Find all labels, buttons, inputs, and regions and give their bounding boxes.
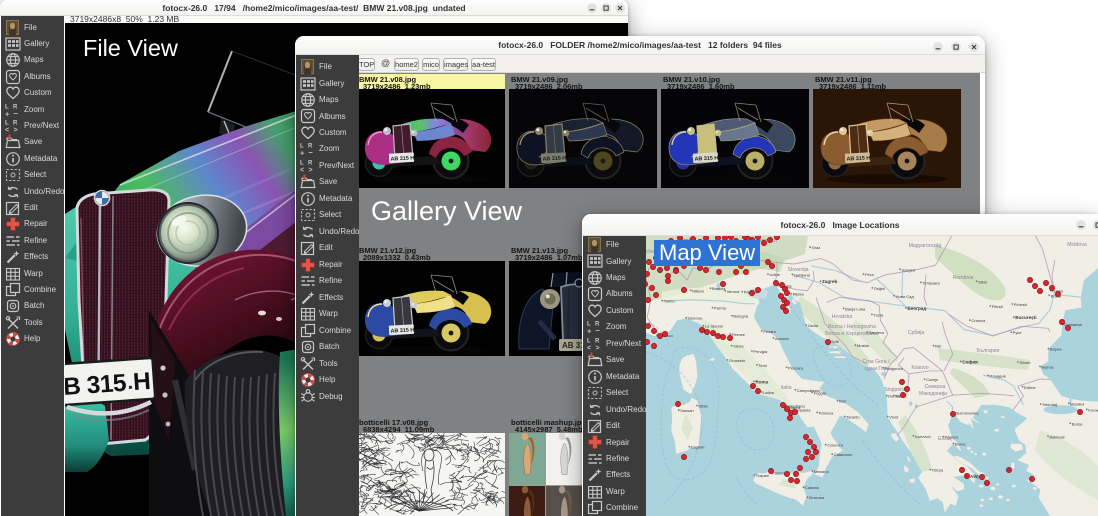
svg-text:Brescia: Brescia: [712, 286, 726, 291]
svg-text:Ljubljana: Ljubljana: [794, 272, 811, 277]
svg-text:AB 315 H: AB 315 H: [542, 155, 566, 162]
svg-text:Balıkesir: Balıkesir: [1050, 434, 1066, 439]
svg-text:Trapani: Trapani: [756, 473, 770, 478]
svg-text:Ploiești: Ploiești: [1014, 302, 1027, 307]
svg-text:Θεσσαλονίκη: Θεσσαλονίκη: [955, 411, 978, 416]
svg-text:Graz: Graz: [812, 245, 821, 250]
svg-text:AB 315 H: AB 315 H: [390, 327, 414, 334]
svg-text:Grosseto: Grosseto: [729, 358, 746, 363]
svg-text:Ancona: Ancona: [775, 336, 789, 341]
svg-text:Sassari: Sassari: [680, 408, 693, 413]
svg-text:Szeged: Szeged: [902, 267, 916, 272]
svg-text:Pesaro: Pesaro: [763, 329, 776, 334]
svg-text:Milano: Milano: [692, 288, 705, 293]
svg-text:Messina: Messina: [814, 469, 830, 474]
svg-text:Perugia: Perugia: [753, 349, 768, 354]
svg-text:Србија: Србија: [908, 330, 925, 336]
svg-text:София: София: [962, 358, 978, 364]
svg-text:Siracusa: Siracusa: [809, 495, 825, 500]
svg-text:File View: File View: [83, 35, 179, 61]
svg-text:Pitești: Pitești: [992, 304, 1003, 309]
svg-text:Pescara: Pescara: [788, 365, 803, 370]
svg-text:H: H: [132, 368, 152, 396]
svg-text:Terni: Terni: [758, 363, 767, 368]
svg-text:B 315: B 315: [65, 370, 127, 401]
svg-text:Варна: Варна: [1050, 347, 1062, 352]
svg-text:Moldova: Moldova: [1067, 242, 1087, 248]
svg-text:România: România: [953, 275, 974, 281]
svg-text:Bursa: Bursa: [1072, 421, 1083, 426]
svg-text:България: България: [977, 348, 1000, 354]
svg-text:Bari: Bari: [839, 399, 846, 404]
svg-text:Rijeka: Rijeka: [793, 292, 805, 297]
svg-text:Македонија: Македонија: [919, 391, 947, 397]
svg-text:Црна Гора: Црна Гора: [864, 366, 889, 372]
svg-text:Osijek: Osijek: [874, 286, 885, 291]
svg-text:Slovenija: Slovenija: [787, 267, 808, 273]
svg-text:Пловдив: Пловдив: [990, 373, 1006, 378]
svg-text:Taranto: Taranto: [846, 415, 860, 420]
svg-text:Craiova: Craiova: [971, 318, 986, 323]
svg-text:Cosenza: Cosenza: [827, 443, 844, 448]
svg-text:Zagreb: Zagreb: [822, 279, 838, 284]
svg-text:Hrvatska: Hrvatska: [832, 314, 853, 320]
svg-text:Catania: Catania: [805, 485, 820, 490]
svg-text:Roma: Roma: [755, 379, 768, 384]
svg-text:Edirne: Edirne: [1024, 385, 1036, 390]
svg-text:Campobasso: Campobasso: [797, 388, 821, 393]
svg-text:Πάτρα: Πάτρα: [932, 468, 944, 473]
svg-text:Crna Gora /: Crna Gora /: [862, 359, 890, 365]
svg-text:Бургас: Бургас: [1042, 364, 1054, 369]
svg-text:Tuzla: Tuzla: [873, 312, 883, 317]
svg-text:Udine: Udine: [770, 272, 781, 277]
svg-text:Siena: Siena: [733, 344, 744, 349]
svg-text:Ιωάννινα: Ιωάννινα: [915, 434, 931, 439]
svg-text:Bologna: Bologna: [733, 314, 748, 319]
svg-text:Genova: Genova: [688, 316, 703, 321]
svg-text:Нови Сад: Нови Сад: [896, 294, 915, 299]
svg-text:AB 315 H: AB 315 H: [694, 155, 718, 162]
svg-text:Mostar: Mostar: [857, 343, 870, 348]
svg-text:Ελλάς: Ελλάς: [938, 435, 953, 442]
svg-text:AB 315 H: AB 315 H: [846, 155, 870, 162]
svg-text:Verona: Verona: [727, 289, 740, 294]
svg-text:Pécs: Pécs: [865, 272, 874, 277]
svg-text:Sliven: Sliven: [1020, 360, 1031, 365]
svg-text:Split: Split: [831, 339, 840, 344]
svg-text:Vlorë: Vlorë: [889, 415, 899, 420]
svg-text:Bosna i Hercegovina: Bosna i Hercegovina: [828, 324, 876, 330]
svg-text:Parma: Parma: [714, 306, 727, 311]
svg-text:Београд: Београд: [907, 306, 926, 311]
svg-text:Kocaeli: Kocaeli: [1088, 407, 1098, 412]
svg-text:Босна и Херцеговина: Босна и Херцеговина: [825, 331, 877, 337]
svg-text:La Spezia: La Spezia: [705, 324, 724, 329]
svg-text:Zadar: Zadar: [808, 323, 819, 328]
svg-text:Italia: Italia: [781, 385, 792, 391]
svg-text:Torino: Torino: [664, 299, 676, 304]
svg-text:Niš: Niš: [935, 344, 941, 349]
svg-text:Olbia: Olbia: [698, 404, 708, 409]
svg-text:Русе: Русе: [1013, 330, 1023, 335]
svg-text:Sibiu: Sibiu: [978, 279, 987, 284]
svg-text:Catanzaro: Catanzaro: [834, 452, 853, 457]
svg-text:Potenza: Potenza: [819, 410, 834, 415]
svg-text:Durrës: Durrës: [888, 394, 900, 399]
svg-text:Firenze: Firenze: [732, 332, 746, 337]
svg-text:AB 315 H: AB 315 H: [390, 155, 414, 162]
svg-text:Cagliari: Cagliari: [691, 445, 705, 450]
svg-text:Северна: Северна: [925, 384, 946, 390]
svg-text:Magyarország: Magyarország: [909, 243, 942, 249]
svg-text:Tekirdağ: Tekirdağ: [1042, 402, 1057, 407]
svg-text:Βόλος: Βόλος: [955, 441, 966, 446]
svg-text:Timișoara: Timișoara: [922, 280, 940, 285]
svg-text:Latina: Latina: [763, 390, 775, 395]
svg-text:Скопје: Скопје: [926, 377, 939, 382]
svg-text:İstanbul: İstanbul: [1070, 401, 1084, 406]
svg-text:Banja Luka: Banja Luka: [845, 306, 866, 311]
svg-text:Kosovo: Kosovo: [911, 365, 928, 371]
